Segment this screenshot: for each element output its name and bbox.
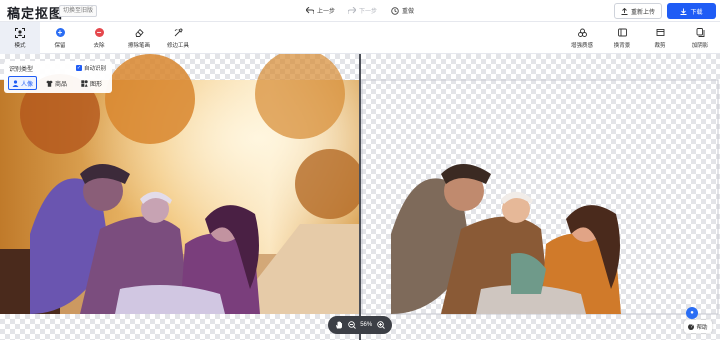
plus-circle-icon: +: [55, 28, 65, 37]
download-label: 下载: [690, 9, 703, 16]
upload-icon: [621, 7, 628, 15]
crop-icon: [655, 28, 665, 38]
cutout-result: [361, 79, 719, 315]
question-icon: ?: [688, 323, 695, 330]
mode-graphic-label: 图形: [90, 81, 103, 88]
tool-keep[interactable]: + 保留: [46, 22, 74, 54]
auto-detect-checkbox[interactable]: ✓ 自动识别: [76, 64, 106, 72]
enhance-icon: [577, 28, 587, 38]
chat-bubble-icon: ●: [690, 310, 694, 316]
tool-remove[interactable]: − 去除: [85, 22, 113, 54]
tool-erase-label: 擦除笔画: [127, 42, 150, 49]
tool-keep-label: 保留: [54, 42, 66, 49]
toolbar: 模式 + 保留 − 去除 擦除笔画 修边工具 增强质感 换背景 裁剪 加阴影: [0, 22, 720, 54]
zoom-in-button[interactable]: [376, 321, 385, 329]
zoom-control: 56%: [328, 316, 392, 334]
reupload-label: 重新上传: [630, 9, 655, 16]
tool-remove-label: 去除: [93, 42, 105, 49]
tool-erase-stroke[interactable]: 擦除笔画: [124, 22, 154, 54]
person-icon: [12, 79, 19, 87]
hand-icon[interactable]: [335, 321, 343, 329]
undo-icon: [306, 7, 314, 14]
original-photo: [0, 54, 359, 314]
redo-label: 下一步: [359, 9, 378, 15]
mode-icon: [15, 27, 25, 38]
zoom-out-button[interactable]: [347, 321, 356, 329]
help-button[interactable]: ? 帮助: [684, 320, 712, 333]
workspace: 识别类型 ✓ 自动识别 人像 商品 图形: [0, 54, 720, 340]
reset-button[interactable]: 重做: [391, 6, 414, 15]
reset-label: 重做: [402, 9, 415, 15]
background-icon: [617, 28, 627, 38]
zoom-out-icon: [347, 321, 356, 329]
undo-button[interactable]: 上一步: [306, 6, 335, 15]
assistant-button[interactable]: ●: [686, 307, 698, 319]
mode-product[interactable]: 商品: [43, 76, 70, 90]
mode-portrait-label: 人像: [21, 81, 34, 88]
switch-version-button[interactable]: 切换至旧版: [59, 5, 98, 17]
reupload-button[interactable]: 重新上传: [614, 3, 662, 19]
edge-brush-icon: [173, 28, 183, 38]
zoom-level: 56%: [360, 322, 373, 328]
tool-shadow-label: 加阴影: [691, 42, 709, 49]
shirt-icon: [46, 80, 53, 87]
tool-edge-label: 修边工具: [166, 42, 189, 49]
redo-icon: [348, 7, 356, 14]
tool-edge[interactable]: 修边工具: [163, 22, 193, 54]
eraser-icon: [134, 28, 144, 38]
shadow-icon: [695, 28, 705, 38]
redo-button[interactable]: 下一步: [348, 6, 377, 15]
help-label: 帮助: [696, 324, 708, 331]
original-canvas[interactable]: 识别类型 ✓ 自动识别 人像 商品 图形: [0, 54, 359, 340]
tool-crop[interactable]: 裁剪: [648, 22, 672, 54]
tool-enhance-label: 增强质感: [570, 42, 593, 49]
tool-background-label: 换背景: [613, 42, 631, 49]
auto-detect-label: 自动识别: [84, 66, 107, 72]
history-icon: [391, 6, 399, 15]
tool-mode[interactable]: 模式: [0, 22, 40, 54]
tool-shadow[interactable]: 加阴影: [686, 22, 714, 54]
tool-crop-label: 裁剪: [654, 42, 666, 49]
top-bar: 稿定抠图 切换至旧版 上一步 下一步 重做 重新上传 下载: [0, 0, 720, 22]
download-icon: [680, 8, 687, 15]
tool-mode-label: 模式: [14, 42, 26, 49]
zoom-in-icon: [376, 321, 385, 329]
download-button[interactable]: 下载: [667, 3, 716, 19]
detection-type-title: 识别类型: [9, 67, 34, 73]
minus-circle-icon: −: [94, 28, 104, 37]
tool-background[interactable]: 换背景: [608, 22, 636, 54]
app-title: 稿定抠图: [7, 6, 64, 21]
mode-portrait[interactable]: 人像: [8, 76, 38, 90]
undo-label: 上一步: [317, 9, 336, 15]
checkbox-checked-icon: ✓: [76, 65, 82, 71]
mode-product-label: 商品: [55, 81, 68, 88]
tool-enhance[interactable]: 增强质感: [567, 22, 597, 54]
result-canvas[interactable]: [361, 54, 720, 340]
mode-graphic[interactable]: 图形: [78, 76, 105, 90]
shapes-icon: [81, 79, 88, 87]
detection-type-panel: 识别类型 ✓ 自动识别 人像 商品 图形: [4, 61, 112, 93]
